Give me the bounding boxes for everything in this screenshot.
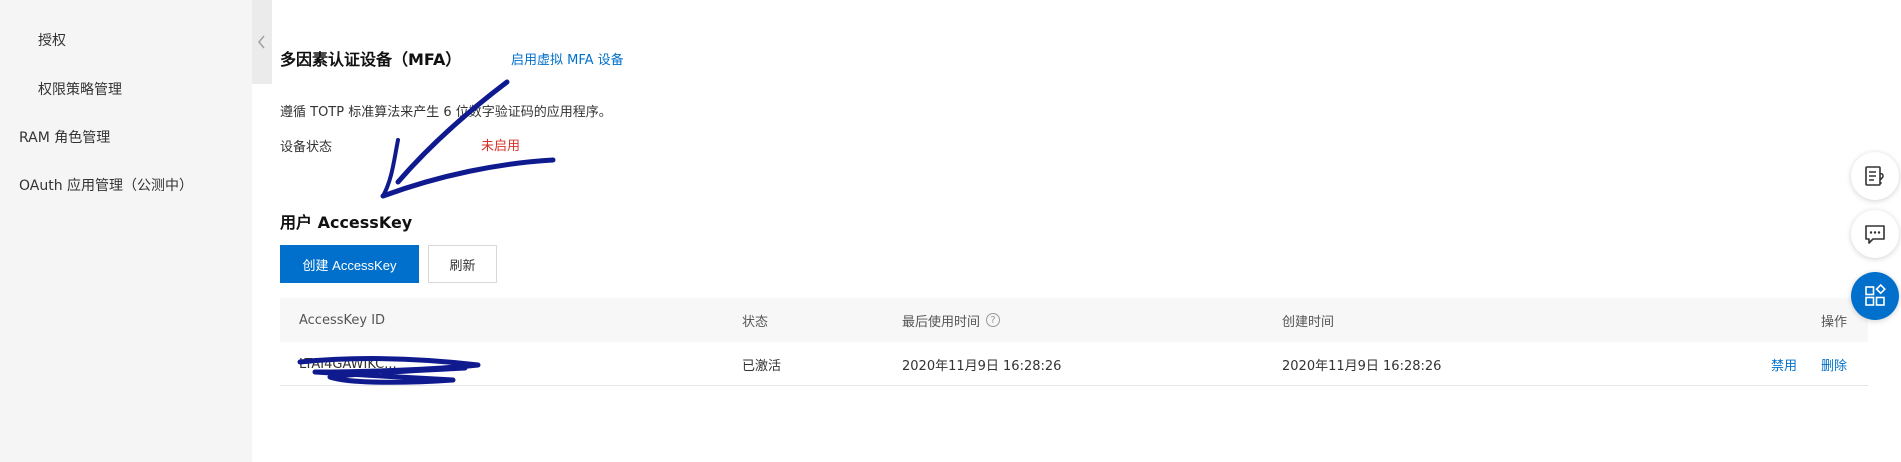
- enable-virtual-mfa-link[interactable]: 启用虚拟 MFA 设备: [511, 49, 624, 68]
- feedback-button[interactable]: [1851, 152, 1899, 200]
- last-used-cell: 2020年11月9日 16:28:26: [902, 358, 1062, 374]
- sidebar-item-authorization[interactable]: 授权: [38, 30, 66, 50]
- sidebar-collapse-handle[interactable]: [252, 0, 272, 84]
- annotation-arrow-head-left: [381, 138, 400, 198]
- column-header-last-used: 最后使用时间 ?: [902, 298, 1001, 342]
- delete-accesskey-link[interactable]: 删除: [1821, 342, 1847, 386]
- disable-accesskey-link[interactable]: 禁用: [1771, 342, 1797, 386]
- apps-icon: [1865, 284, 1886, 306]
- create-accesskey-button[interactable]: 创建 AccessKey: [280, 245, 419, 283]
- column-header-actions: 操作: [1821, 314, 1848, 330]
- apps-button[interactable]: [1851, 272, 1899, 320]
- annotation-arrow-head-right: [380, 157, 556, 199]
- document-question-icon: [1865, 166, 1884, 186]
- accesskey-status-cell: 已激活: [742, 358, 782, 374]
- column-header-accesskey-id: AccessKey ID: [299, 312, 386, 328]
- created-cell: 2020年11月9日 16:28:26: [1282, 358, 1442, 374]
- accesskey-table: AccessKey ID 状态 最后使用时间 ? 创建时间 操作 LTAI4GA…: [280, 298, 1868, 386]
- sidebar-item-oauth-apps[interactable]: OAuth 应用管理（公测中）: [19, 175, 193, 195]
- chat-icon: [1865, 225, 1885, 244]
- help-icon[interactable]: ?: [986, 313, 1001, 327]
- table-row: LTAI4GAWIKC... 已激活 2020年11月9日 16:28:26 2…: [280, 342, 1868, 386]
- accesskey-section-title: 用户 AccessKey: [280, 213, 413, 232]
- accesskey-id-cell: LTAI4GAWIKC...: [299, 356, 397, 372]
- column-header-last-used-label: 最后使用时间: [902, 314, 981, 330]
- sidebar: 授权 权限策略管理 RAM 角色管理 OAuth 应用管理（公测中）: [0, 0, 252, 462]
- device-status-value: 未启用: [481, 139, 521, 154]
- mfa-description: 遵循 TOTP 标准算法来产生 6 位数字验证码的应用程序。: [280, 105, 612, 120]
- sidebar-item-policy-management[interactable]: 权限策略管理: [38, 79, 122, 99]
- mfa-section-title: 多因素认证设备（MFA）: [280, 50, 462, 69]
- chevron-left-icon: [258, 35, 265, 49]
- sidebar-item-ram-roles[interactable]: RAM 角色管理: [19, 127, 110, 147]
- column-header-status: 状态: [742, 314, 769, 330]
- device-status-label: 设备状态: [280, 140, 333, 155]
- annotation-arrow-shaft: [395, 79, 510, 185]
- column-header-created: 创建时间: [1282, 314, 1335, 330]
- chat-button[interactable]: [1851, 210, 1899, 258]
- table-header: AccessKey ID 状态 最后使用时间 ? 创建时间 操作: [280, 298, 1868, 342]
- refresh-button[interactable]: 刷新: [428, 245, 497, 283]
